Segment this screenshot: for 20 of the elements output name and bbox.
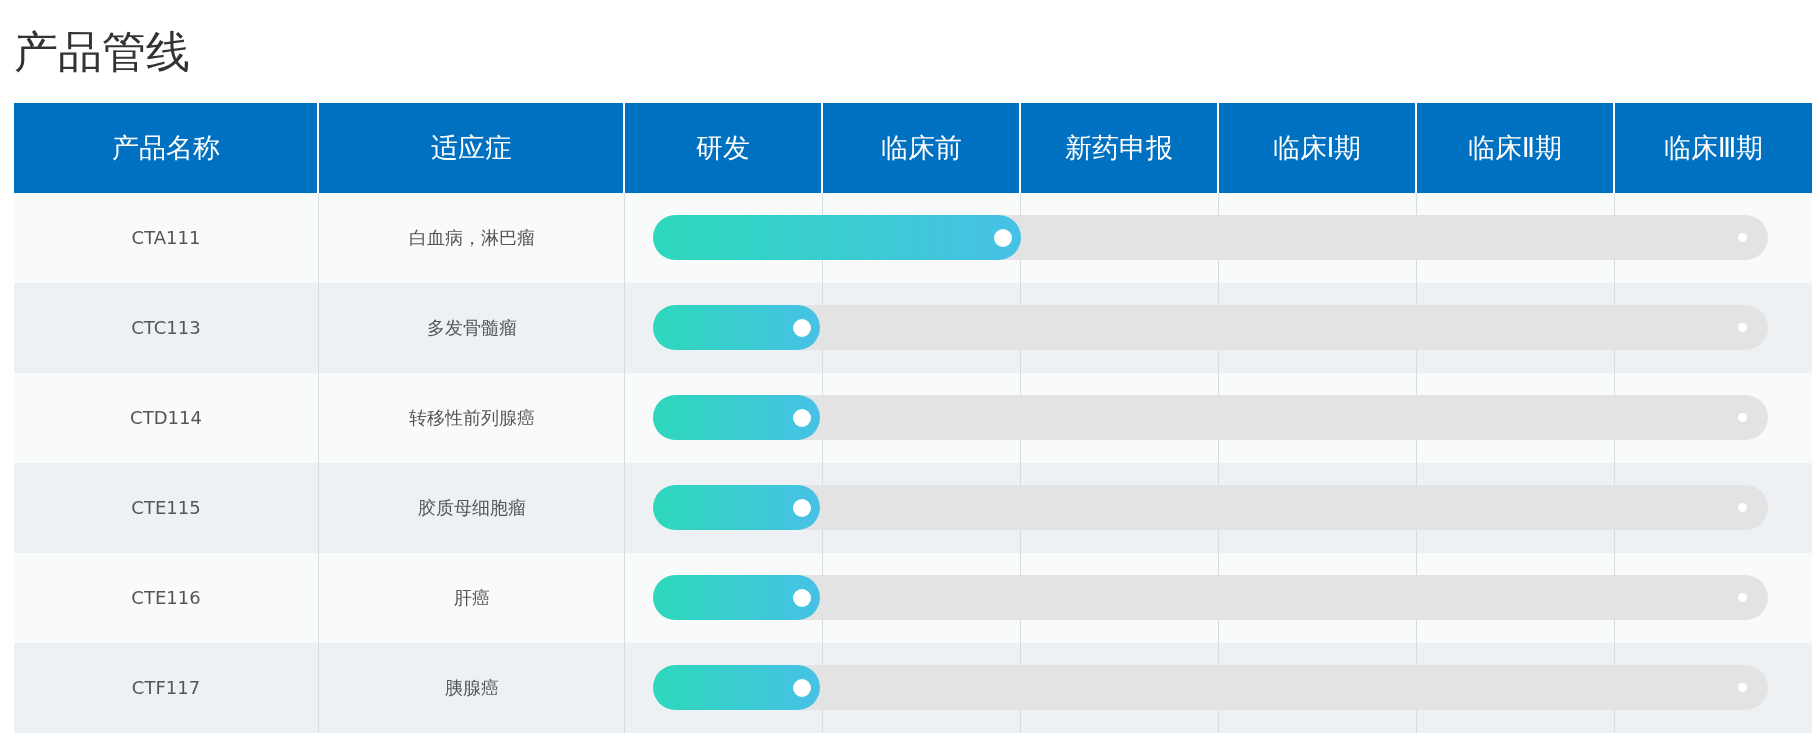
table-cell: CTE115 — [14, 462, 319, 553]
table-cell: 胶质母细胞瘤 — [319, 462, 625, 553]
track-end-dot — [1738, 413, 1747, 423]
track-end-dot — [1738, 323, 1747, 333]
table-cell: CTA111 — [14, 192, 319, 283]
table-cell: CTD114 — [14, 372, 319, 463]
table-cell: 胰腺癌 — [319, 642, 625, 733]
table-cell: CTF117 — [14, 642, 319, 733]
table-cell: 多发骨髓瘤 — [319, 282, 625, 373]
track-end-dot — [1738, 593, 1747, 603]
table-cell: 白血病，淋巴瘤 — [319, 192, 625, 283]
table-cell: CTC113 — [14, 282, 319, 373]
track-end-dot — [1738, 503, 1747, 513]
table-cell: CTE116 — [14, 552, 319, 643]
table-cell: 肝癌 — [319, 552, 625, 643]
page-title: 产品管线 — [13, 25, 191, 79]
table-cell: 转移性前列腺癌 — [319, 372, 625, 463]
track-end-dot — [1738, 233, 1747, 243]
track-end-dot — [1738, 683, 1747, 693]
column-header: 临床Ⅲ期 — [1662, 130, 1765, 165]
